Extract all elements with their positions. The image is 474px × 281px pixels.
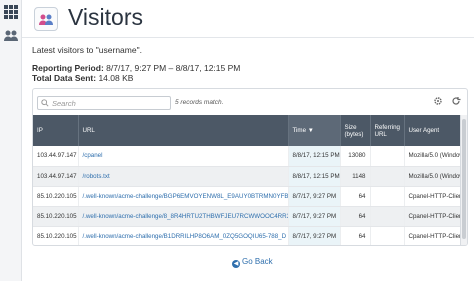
grid-menu-icon[interactable] bbox=[3, 4, 19, 20]
left-rail bbox=[0, 0, 22, 281]
cell-user-agent: Cpanel-HTTP-Client/ bbox=[404, 206, 467, 227]
col-user-agent[interactable]: User Agent bbox=[404, 115, 467, 146]
cell-size: 1148 bbox=[340, 166, 371, 187]
period-info: Reporting Period: 8/7/17, 9:27 PM – 8/8/… bbox=[32, 63, 240, 83]
sort-down-icon: ▼ bbox=[307, 127, 314, 134]
cell-ip: 85.10.220.105 bbox=[33, 226, 79, 245]
cell-ip: 103.44.97.147 bbox=[33, 146, 79, 167]
cell-time: 8/8/17, 12:15 PM bbox=[288, 166, 341, 187]
cell-time: 8/7/17, 9:27 PM bbox=[288, 186, 341, 207]
cell-user-agent: Cpanel-HTTP-Client/ bbox=[404, 186, 467, 207]
table-row: 103.44.97.147 /robots.txt 8/8/17, 12:15 … bbox=[33, 166, 467, 187]
cell-time: 8/7/17, 9:27 PM bbox=[288, 206, 341, 227]
visitors-panel: Search 5 records match. IP URL Time ▼ Si… bbox=[32, 88, 468, 246]
table-row: 85.10.220.105 /.well-known/acme-challeng… bbox=[33, 226, 467, 245]
data-sent-label: Total Data Sent: bbox=[32, 73, 97, 83]
refresh-icon[interactable] bbox=[451, 96, 461, 106]
back-arrow-icon: ◀ bbox=[232, 260, 240, 268]
go-back-link[interactable]: ◀ Go Back bbox=[232, 257, 273, 268]
col-size[interactable]: Size (bytes) bbox=[340, 115, 371, 146]
cell-ip: 103.44.97.147 bbox=[33, 166, 79, 187]
visitors-table: IP URL Time ▼ Size (bytes) Referring URL… bbox=[33, 115, 467, 245]
cell-url-link[interactable]: /.well-known/acme-challenge/BGP6EMVOYENW… bbox=[78, 186, 289, 207]
data-sent-value: 14.08 KB bbox=[98, 73, 134, 83]
col-referring-url[interactable]: Referring URL bbox=[370, 115, 405, 146]
table-scrollbar[interactable] bbox=[460, 115, 467, 245]
cell-referring-url bbox=[370, 226, 405, 245]
cell-size: 64 bbox=[340, 186, 371, 207]
cell-referring-url bbox=[370, 146, 405, 167]
go-back-label: Go Back bbox=[242, 257, 273, 266]
cell-user-agent: Mozilla/5.0 (Windows bbox=[404, 146, 467, 167]
cell-size: 13080 bbox=[340, 146, 371, 167]
cell-referring-url bbox=[370, 206, 405, 227]
cell-url-link[interactable]: /cpanel bbox=[78, 146, 289, 167]
col-time-label: Time bbox=[292, 127, 307, 134]
gear-icon[interactable] bbox=[433, 96, 443, 106]
records-match-count: 5 records match. bbox=[175, 99, 224, 106]
users-icon[interactable] bbox=[3, 28, 19, 44]
reporting-period-label: Reporting Period: bbox=[32, 63, 104, 73]
table-row: 103.44.97.147 /cpanel 8/8/17, 12:15 PM 1… bbox=[33, 146, 467, 167]
col-ip[interactable]: IP bbox=[33, 115, 79, 146]
cell-url-link[interactable]: /.well-known/acme-challenge/8_8R4HRTU2TH… bbox=[78, 206, 289, 227]
cell-time: 8/7/17, 9:27 PM bbox=[288, 226, 341, 245]
cell-referring-url bbox=[370, 166, 405, 187]
page-header: Visitors bbox=[22, 0, 474, 38]
cell-url-link[interactable]: /.well-known/acme-challenge/B1DRRILHP8O6… bbox=[78, 226, 289, 245]
cell-ip: 85.10.220.105 bbox=[33, 186, 79, 207]
table-header-row: IP URL Time ▼ Size (bytes) Referring URL… bbox=[33, 115, 467, 146]
page-title: Visitors bbox=[68, 4, 143, 30]
table-row: 85.10.220.105 /.well-known/acme-challeng… bbox=[33, 206, 467, 227]
search-placeholder: Search bbox=[52, 99, 76, 108]
col-time[interactable]: Time ▼ bbox=[288, 115, 341, 146]
table-row: 85.10.220.105 /.well-known/acme-challeng… bbox=[33, 186, 467, 207]
cell-ip: 85.10.220.105 bbox=[33, 206, 79, 227]
reporting-period-value: 8/7/17, 9:27 PM – 8/8/17, 12:15 PM bbox=[106, 63, 241, 73]
cell-size: 64 bbox=[340, 226, 371, 245]
col-url[interactable]: URL bbox=[78, 115, 289, 146]
visitors-icon bbox=[34, 7, 58, 31]
search-input[interactable]: Search bbox=[37, 96, 171, 110]
intro-text: Latest visitors to "username". bbox=[32, 45, 142, 55]
cell-referring-url bbox=[370, 186, 405, 207]
cell-user-agent: Mozilla/5.0 (Windows bbox=[404, 166, 467, 187]
cell-url-link[interactable]: /robots.txt bbox=[78, 166, 289, 187]
cell-size: 64 bbox=[340, 206, 371, 227]
cell-user-agent: Cpanel-HTTP-Client/ bbox=[404, 226, 467, 245]
scrollbar-thumb[interactable] bbox=[462, 119, 466, 239]
cell-time: 8/8/17, 12:15 PM bbox=[288, 146, 341, 167]
search-icon bbox=[41, 99, 49, 107]
